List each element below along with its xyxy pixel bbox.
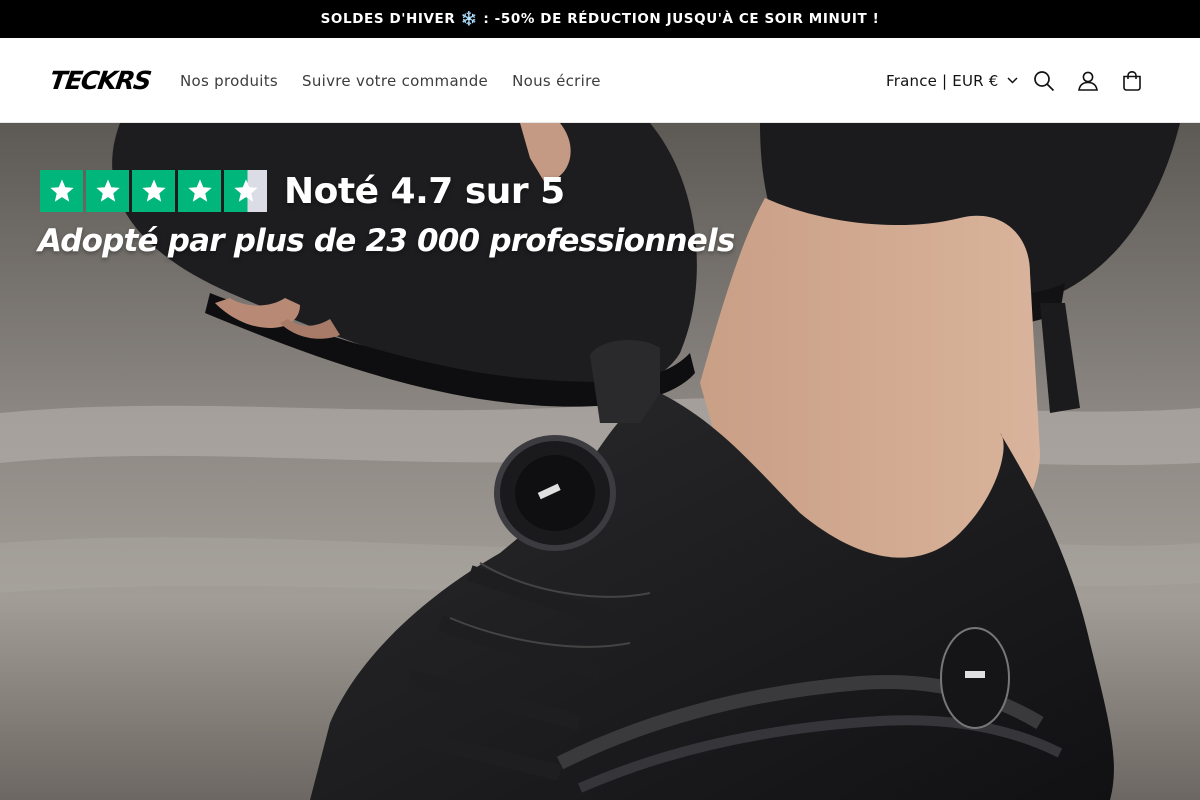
announcement-bar: SOLDES D'HIVER ❄️ : -50% DE RÉDUCTION JU… [0, 0, 1200, 38]
main-nav: Nos produits Suivre votre commande Nous … [168, 38, 613, 123]
star-icon [40, 170, 83, 212]
nav-link-track-order[interactable]: Suivre votre commande [290, 72, 500, 90]
star-icon [224, 170, 267, 212]
search-icon [1034, 71, 1055, 92]
star-icon [132, 170, 175, 212]
chevron-down-icon [1007, 77, 1018, 84]
star-icon [178, 170, 221, 212]
site-header: TECKRS Nos produits Suivre votre command… [0, 38, 1200, 123]
cart-icon [1123, 70, 1141, 91]
account-button[interactable] [1071, 64, 1105, 98]
nav-link-products[interactable]: Nos produits [168, 72, 290, 90]
logo[interactable]: TECKRS [48, 66, 152, 95]
cart-button[interactable] [1115, 64, 1149, 98]
star-icon [86, 170, 129, 212]
rating-text: Noté 4.7 sur 5 [284, 170, 565, 212]
adopted-text: Adopté par plus de 23 000 professionnels [38, 223, 735, 259]
rating-badge: Noté 4.7 sur 5 [40, 170, 565, 212]
nav-link-contact[interactable]: Nous écrire [500, 72, 613, 90]
account-icon [1078, 71, 1098, 91]
locale-label: France | EUR € [886, 71, 999, 90]
announcement-text: SOLDES D'HIVER ❄️ : -50% DE RÉDUCTION JU… [320, 11, 880, 27]
hero-banner: Noté 4.7 sur 5 Adopté par plus de 23 000… [0, 123, 1200, 800]
locale-selector[interactable]: France | EUR € [886, 38, 1018, 123]
trustpilot-stars [40, 170, 267, 212]
search-button[interactable] [1027, 64, 1061, 98]
